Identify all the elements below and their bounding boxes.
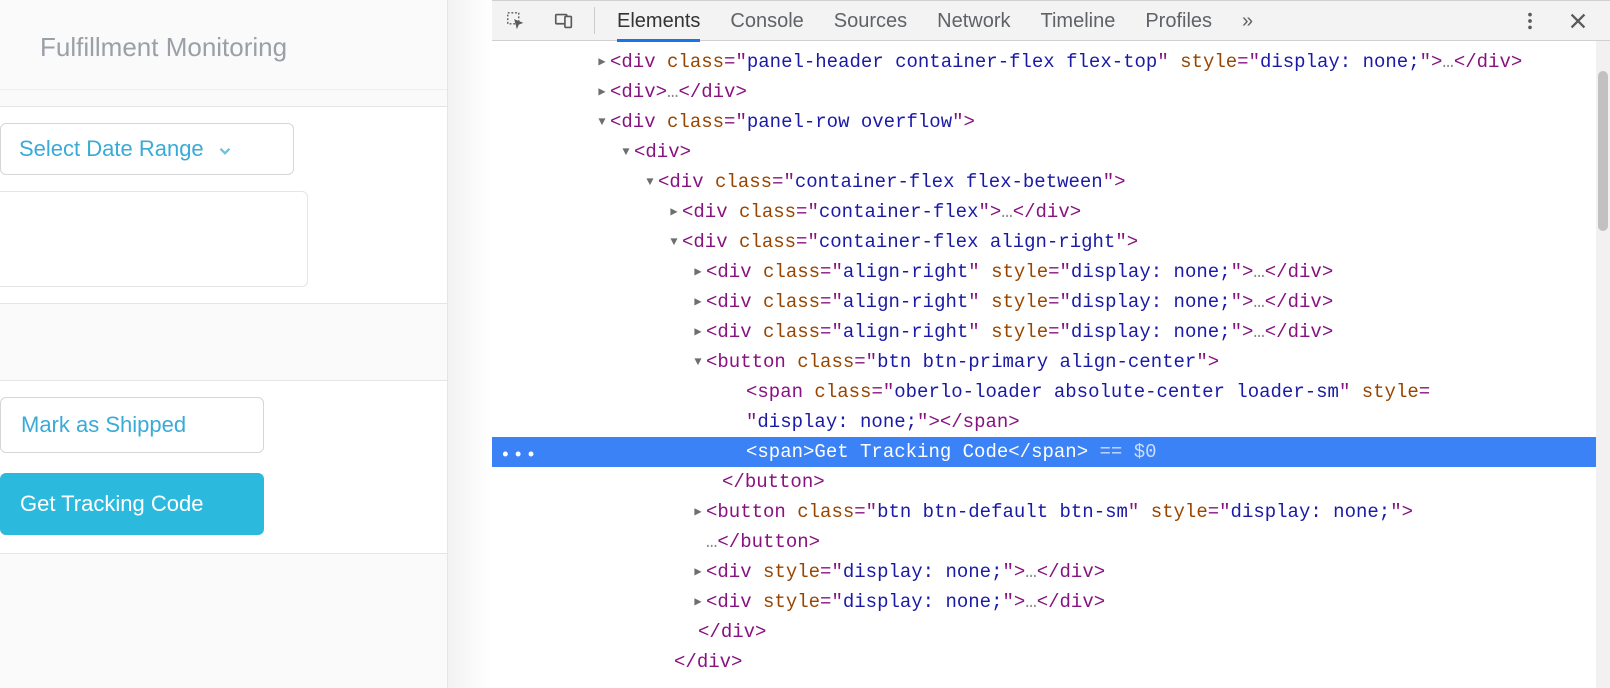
- tab-profiles[interactable]: Profiles: [1145, 1, 1212, 41]
- dom-node[interactable]: …</button>: [492, 527, 1610, 557]
- dom-node[interactable]: <div class="align-right" style="display:…: [492, 317, 1610, 347]
- disclosure-triangle-icon[interactable]: [666, 197, 682, 227]
- disclosure-triangle-icon[interactable]: [690, 587, 706, 617]
- dom-node[interactable]: <button class="btn btn-default btn-sm" s…: [492, 497, 1610, 527]
- scrollbar-thumb[interactable]: [1598, 71, 1608, 231]
- tab-network[interactable]: Network: [937, 1, 1010, 41]
- close-icon[interactable]: [1554, 10, 1602, 32]
- chevron-down-icon: [216, 140, 234, 158]
- tab-elements[interactable]: Elements: [617, 1, 700, 41]
- panel-divider: [448, 0, 492, 688]
- date-range-section: Select Date Range: [0, 106, 447, 304]
- tab-console[interactable]: Console: [730, 1, 803, 41]
- toolbar-divider: [594, 7, 595, 34]
- page-title: Fulfillment Monitoring: [0, 0, 447, 90]
- devtools-toolbar: Elements Console Sources Network Timeline Pro…: [492, 1, 1610, 41]
- disclosure-triangle-icon[interactable]: [594, 107, 610, 137]
- dom-node[interactable]: <button class="btn btn-primary align-cen…: [492, 347, 1610, 377]
- dom-node[interactable]: <div class="container-flex flex-between"…: [492, 167, 1610, 197]
- device-toggle-icon[interactable]: [540, 1, 588, 40]
- dom-node[interactable]: <div>…</div>: [492, 77, 1610, 107]
- disclosure-triangle-icon[interactable]: [594, 47, 610, 77]
- scrollbar[interactable]: [1596, 41, 1610, 688]
- tab-timeline[interactable]: Timeline: [1041, 1, 1116, 41]
- disclosure-triangle-icon[interactable]: [618, 137, 634, 167]
- disclosure-triangle-icon[interactable]: [594, 77, 610, 107]
- tab-sources[interactable]: Sources: [834, 1, 907, 41]
- devtools-tabs: Elements Console Sources Network Timeline Pro…: [601, 1, 1253, 40]
- dom-node[interactable]: <div class="container-flex align-right">: [492, 227, 1610, 257]
- dom-node[interactable]: <div class="panel-row overflow">: [492, 107, 1610, 137]
- dom-node-selected[interactable]: <span>Get Tracking Code</span> == $0•••: [492, 437, 1610, 467]
- disclosure-triangle-icon[interactable]: [642, 167, 658, 197]
- dom-node[interactable]: <div class="align-right" style="display:…: [492, 257, 1610, 287]
- dom-node[interactable]: <div class="panel-header container-flex …: [492, 47, 1610, 77]
- actions-card: Mark as Shipped Get Tracking Code: [0, 380, 447, 554]
- disclosure-triangle-icon[interactable]: [666, 227, 682, 257]
- disclosure-triangle-icon[interactable]: [690, 287, 706, 317]
- dom-node[interactable]: </div>: [492, 647, 1610, 677]
- dom-node[interactable]: <span class="oberlo-loader absolute-cent…: [492, 377, 1610, 407]
- filter-box[interactable]: [0, 191, 308, 287]
- dom-node[interactable]: <div>: [492, 137, 1610, 167]
- devtools-panel: Elements Console Sources Network Timeline Pro…: [492, 0, 1610, 688]
- dom-node[interactable]: </div>: [492, 617, 1610, 647]
- date-range-select[interactable]: Select Date Range: [0, 123, 294, 175]
- dom-node[interactable]: <div style="display: none;">…</div>: [492, 557, 1610, 587]
- disclosure-triangle-icon[interactable]: [690, 317, 706, 347]
- get-tracking-code-button[interactable]: Get Tracking Code: [0, 473, 264, 535]
- dom-node[interactable]: "display: none;"></span>: [492, 407, 1610, 437]
- app-left-panel: Fulfillment Monitoring Select Date Range…: [0, 0, 448, 688]
- disclosure-triangle-icon[interactable]: [690, 497, 706, 527]
- dom-node[interactable]: <div class="align-right" style="display:…: [492, 287, 1610, 317]
- mark-shipped-button[interactable]: Mark as Shipped: [0, 397, 264, 453]
- tabs-overflow-icon[interactable]: »: [1242, 1, 1253, 41]
- disclosure-triangle-icon[interactable]: [690, 257, 706, 287]
- elements-tree[interactable]: <div class="panel-header container-flex …: [492, 41, 1610, 688]
- inspect-icon[interactable]: [492, 1, 540, 40]
- date-range-label: Select Date Range: [19, 136, 204, 162]
- disclosure-triangle-icon[interactable]: [690, 347, 706, 377]
- disclosure-triangle-icon[interactable]: [690, 557, 706, 587]
- dom-node[interactable]: <div class="container-flex">…</div>: [492, 197, 1610, 227]
- kebab-menu-icon[interactable]: [1506, 10, 1554, 32]
- dom-node[interactable]: </button>: [492, 467, 1610, 497]
- dom-node[interactable]: <div style="display: none;">…</div>: [492, 587, 1610, 617]
